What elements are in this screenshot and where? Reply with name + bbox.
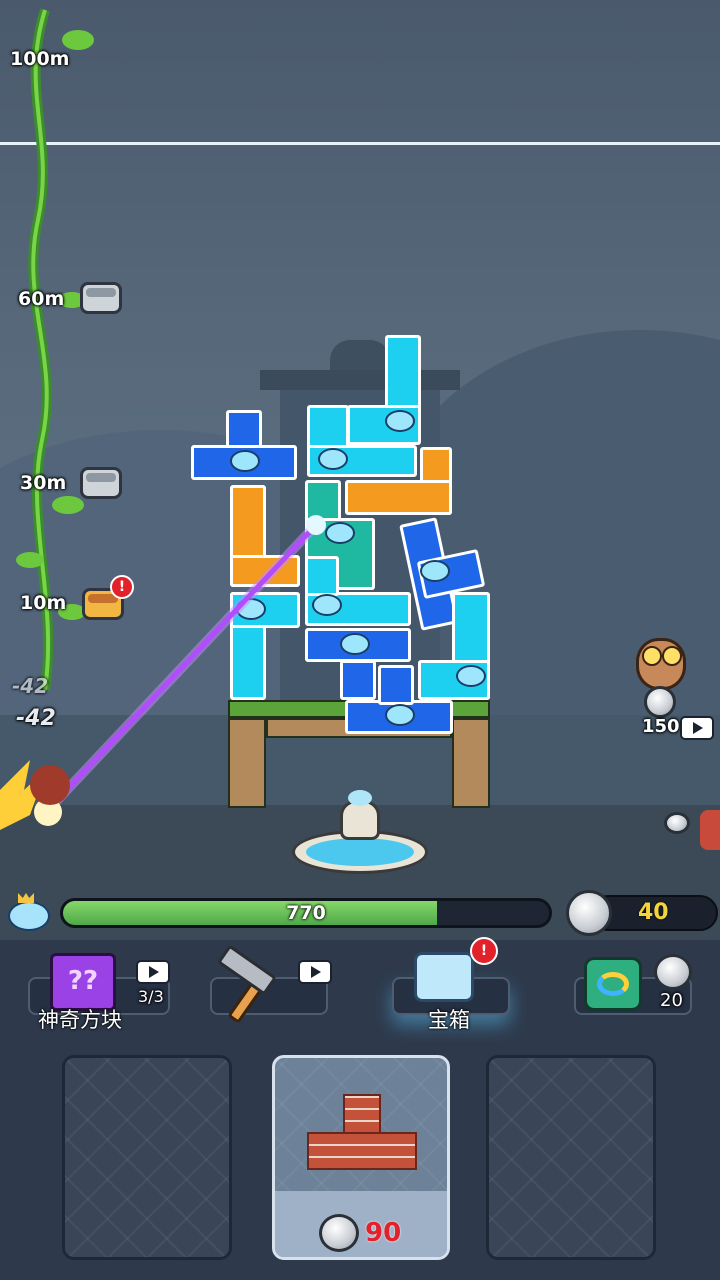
owl-character[interactable]	[632, 632, 688, 692]
brick-piece-icon	[343, 1094, 381, 1134]
crystal-chest-icon	[414, 952, 474, 1002]
game-scene[interactable]: 100m 60m 30m 10m ! -42 -42 150	[0, 0, 720, 940]
magic-cube-icon: ??	[50, 953, 116, 1011]
piece-slot-empty[interactable]	[62, 1055, 232, 1260]
chest-label: 宝箱	[428, 1008, 470, 1032]
piece-slot-active[interactable]: 90	[272, 1055, 450, 1260]
silver-coin-icon	[664, 812, 690, 834]
chest-alert-badge: !	[470, 937, 498, 965]
player-cannon	[30, 765, 70, 805]
silver-coin-icon	[319, 1214, 359, 1252]
enemy-character	[700, 810, 720, 850]
piece-slot-empty[interactable]	[486, 1055, 656, 1260]
piece-price: 90	[365, 1218, 402, 1248]
hammer-icon	[214, 944, 284, 1025]
magic-block-count: 3/3	[138, 987, 164, 1006]
swap-icon	[584, 957, 642, 1011]
video-icon[interactable]	[680, 716, 714, 740]
owl-reward-cost: 150	[642, 716, 680, 737]
brick-piece-icon	[307, 1132, 417, 1170]
power-progress-bar: 770	[60, 898, 552, 928]
video-icon[interactable]	[298, 960, 332, 984]
video-icon[interactable]	[136, 960, 170, 984]
silver-coin-icon	[654, 954, 692, 990]
king-slime-avatar[interactable]	[8, 893, 50, 931]
magic-block-label: 神奇方块	[38, 1008, 122, 1032]
coin-amount: 40	[638, 900, 669, 925]
slot-price-bar	[275, 1191, 447, 1257]
silver-coin-icon	[644, 686, 676, 718]
power-value: 770	[286, 902, 326, 924]
silver-coin-icon	[566, 890, 612, 936]
swap-cost: 20	[660, 990, 683, 1011]
fountain[interactable]	[292, 790, 428, 880]
